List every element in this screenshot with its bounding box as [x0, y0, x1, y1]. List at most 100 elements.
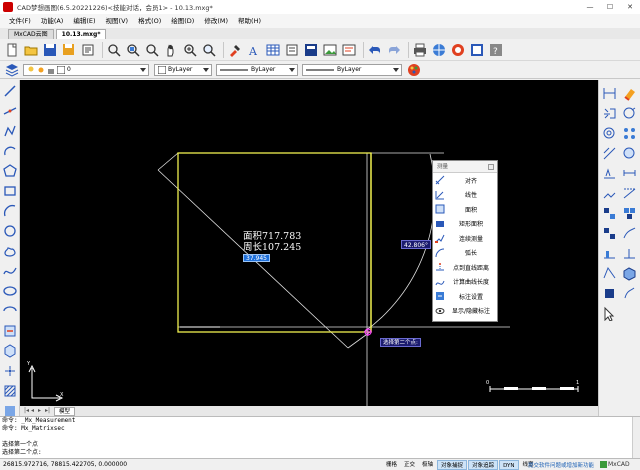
zoom-extents-icon[interactable]	[125, 42, 141, 58]
save-as-icon[interactable]	[61, 42, 77, 58]
menu-draw[interactable]: 绘图(D)	[166, 14, 199, 28]
zoom-previous-icon[interactable]	[144, 42, 160, 58]
menu-edit[interactable]: 编辑(E)	[68, 14, 100, 28]
blend-icon[interactable]	[620, 244, 638, 262]
make-block-icon[interactable]	[2, 343, 18, 359]
measure-item-continuous[interactable]: 连续测量	[433, 231, 497, 246]
break-icon[interactable]	[620, 204, 638, 222]
toggle-object-track[interactable]: 对象追踪	[468, 459, 499, 470]
first-layout-icon[interactable]: |◂	[24, 407, 30, 415]
menu-format[interactable]: 格式(O)	[133, 14, 166, 28]
menu-modify[interactable]: 修改(M)	[199, 14, 233, 28]
print-icon[interactable]	[412, 42, 428, 58]
break-at-point-icon[interactable]	[600, 204, 618, 222]
web-icon[interactable]	[450, 42, 466, 58]
sheet-set-icon[interactable]	[284, 42, 300, 58]
fillet-icon[interactable]	[600, 244, 618, 262]
revision-cloud-icon[interactable]	[2, 243, 18, 259]
extend-icon[interactable]	[620, 184, 638, 202]
measure-item-linear[interactable]: 线性	[433, 188, 497, 203]
measure-item-point-line[interactable]: 点到直线距离	[433, 260, 497, 275]
menu-file[interactable]: 文件(F)	[4, 14, 36, 28]
toggle-object-snap[interactable]: 对象捕捉	[437, 459, 468, 470]
measure-item-area[interactable]: 面积	[433, 202, 497, 217]
match-properties-icon[interactable]	[227, 42, 243, 58]
zoom-realtime-icon[interactable]	[182, 42, 198, 58]
zoom-window-icon[interactable]	[106, 42, 122, 58]
circle-icon[interactable]	[2, 223, 18, 239]
cloud-share-icon[interactable]	[469, 42, 485, 58]
close-button[interactable]: ✕	[620, 0, 640, 14]
measure-item-arc-length[interactable]: 弧长	[433, 246, 497, 261]
solid-edit-icon[interactable]	[600, 284, 618, 302]
open-folder-icon[interactable]	[23, 42, 39, 58]
measure-item-rect-area[interactable]: 矩形面积	[433, 217, 497, 232]
dimension-icon[interactable]	[600, 84, 618, 102]
arc-3pt-icon[interactable]	[2, 203, 18, 219]
next-layout-icon[interactable]: ▸	[38, 407, 44, 415]
erase-icon[interactable]	[620, 84, 638, 102]
copy-icon[interactable]	[600, 104, 618, 122]
menu-function[interactable]: 功能(A)	[36, 14, 69, 28]
toggle-ortho[interactable]: 正交	[401, 460, 418, 470]
last-layout-icon[interactable]: ▸|	[45, 407, 51, 415]
insert-block-icon[interactable]	[2, 323, 18, 339]
menu-help[interactable]: 帮助(H)	[233, 14, 266, 28]
measure-item-dim-settings[interactable]: 标注设置	[433, 289, 497, 304]
save-icon[interactable]	[42, 42, 58, 58]
zoom-in-icon[interactable]	[201, 42, 217, 58]
maximize-button[interactable]: ☐	[600, 0, 620, 14]
3d-box-icon[interactable]	[620, 264, 638, 282]
menu-view[interactable]: 视图(V)	[101, 14, 134, 28]
command-scrollbar[interactable]	[632, 417, 640, 459]
linetype-select[interactable]: ByLayer	[216, 63, 298, 76]
toggle-dyn[interactable]: DYN	[499, 459, 519, 470]
construction-line-icon[interactable]	[2, 103, 18, 119]
tab-current-drawing[interactable]: 10.13.mxg*	[55, 29, 107, 39]
prev-layout-icon[interactable]: ◂	[31, 407, 37, 415]
cursor-icon[interactable]	[600, 304, 618, 322]
help-icon[interactable]: ?	[488, 42, 504, 58]
trim-icon[interactable]	[600, 184, 618, 202]
undo-icon[interactable]	[367, 42, 383, 58]
measure-panel-header[interactable]: 测量	[433, 161, 497, 173]
table-icon[interactable]	[265, 42, 281, 58]
close-icon[interactable]	[488, 164, 494, 170]
feedback-link[interactable]: 提交软件问题或增加新功能	[528, 461, 594, 469]
layer-states-icon[interactable]	[303, 42, 319, 58]
lineweight-select[interactable]: ByLayer	[302, 63, 402, 76]
spline-icon[interactable]	[2, 263, 18, 279]
ellipse-icon[interactable]	[2, 283, 18, 299]
explode-icon[interactable]	[600, 264, 618, 282]
move-icon[interactable]	[600, 144, 618, 162]
color-select[interactable]: ByLayer	[154, 63, 212, 76]
chamfer-icon[interactable]	[620, 224, 638, 242]
toggle-grid[interactable]: 栅格	[383, 460, 400, 470]
arc-icon[interactable]	[2, 143, 18, 159]
rectangle-icon[interactable]	[2, 183, 18, 199]
image-icon[interactable]	[322, 42, 338, 58]
measure-item-curve-length[interactable]: 计算曲线长度	[433, 275, 497, 290]
measure-item-toggle-dim[interactable]: 显示/隐藏标注	[433, 304, 497, 319]
scale-icon[interactable]	[600, 164, 618, 182]
text-style-icon[interactable]: A	[246, 42, 262, 58]
dimension-input[interactable]: 37.945	[243, 254, 270, 262]
color-palette-icon[interactable]	[406, 62, 422, 78]
layer-select[interactable]: 0	[23, 63, 149, 76]
tab-mxcad-cloud[interactable]: MxCAD云图	[8, 29, 54, 39]
undo-history-icon[interactable]	[80, 42, 96, 58]
command-input-line[interactable]: 选择第二个点:	[0, 449, 640, 457]
join-icon[interactable]	[600, 224, 618, 242]
print-preview-icon[interactable]	[341, 42, 357, 58]
pan-hand-icon[interactable]	[163, 42, 179, 58]
properties-icon[interactable]	[620, 284, 638, 302]
polyline-icon[interactable]	[2, 123, 18, 139]
redo-icon[interactable]	[386, 42, 402, 58]
command-window[interactable]: 命令: _Mx_Measurement 命令: Mx_Matrixsec 选择第…	[0, 416, 640, 459]
point-icon[interactable]	[2, 363, 18, 379]
hatch-icon[interactable]	[2, 383, 18, 399]
offset-icon[interactable]	[600, 124, 618, 142]
toggle-polar[interactable]: 极轴	[419, 460, 436, 470]
measure-item-align[interactable]: 对齐	[433, 173, 497, 188]
polygon-icon[interactable]	[2, 163, 18, 179]
